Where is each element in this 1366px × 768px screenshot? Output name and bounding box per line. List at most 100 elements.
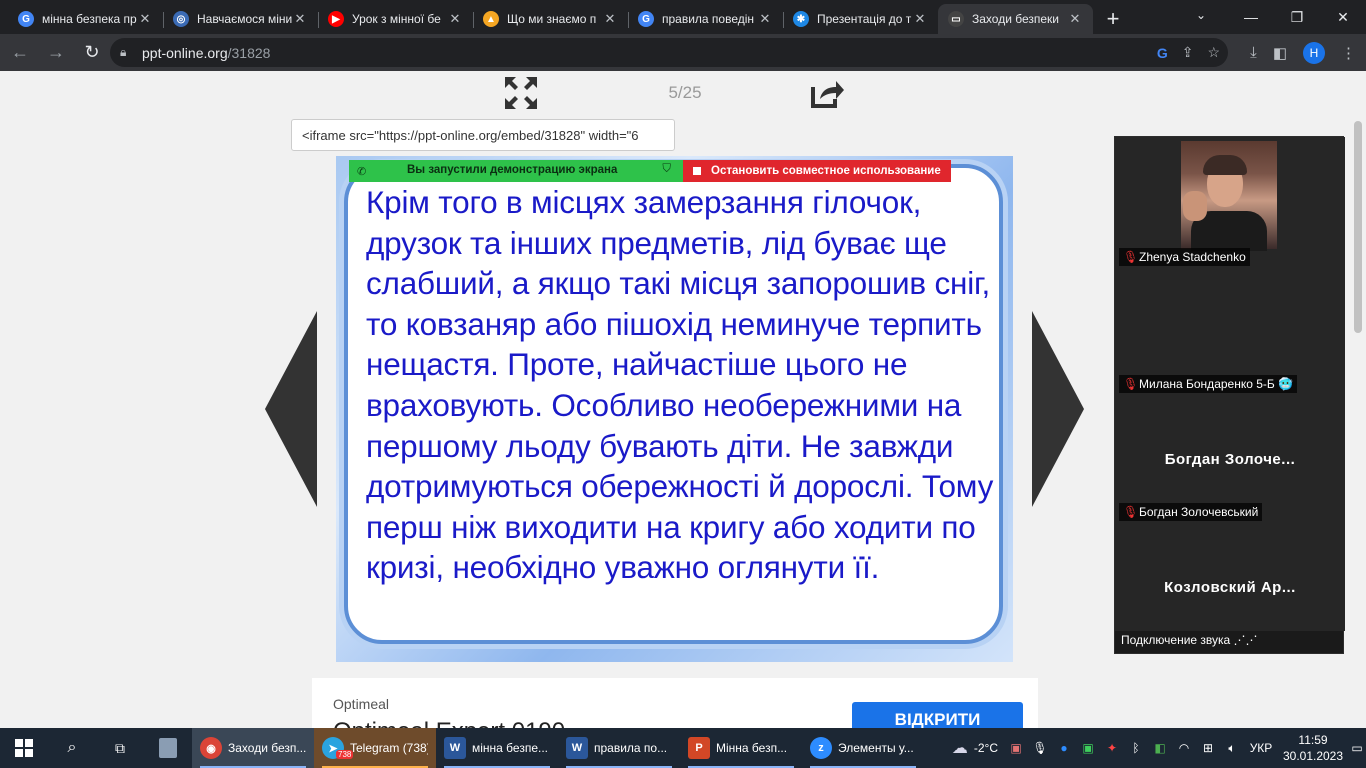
browser-tab[interactable]: ◎ Навчаємося міни ✕ [163, 4, 318, 34]
weather-temp[interactable]: -2°C [974, 741, 998, 755]
lock-icon[interactable]: 🔒︎ [120, 45, 138, 60]
star-icon: ✱ [793, 11, 809, 27]
close-tab-icon[interactable]: ✕ [137, 11, 153, 27]
bluetooth-icon[interactable]: ᛒ [1124, 741, 1148, 755]
embed-code-input[interactable]: <iframe src="https://ppt-online.org/embe… [291, 119, 675, 151]
stop-sharing-button[interactable]: Остановить совместное использование [683, 160, 951, 182]
close-window-icon[interactable]: ✕ [1320, 0, 1366, 34]
search-icon[interactable]: ⌕ [48, 728, 96, 768]
system-tray: ☁ -2°C ▣ 🎙︎ ● ▣ ✦ ᛒ ◧ ◠ ⊞ 🔈︎ УКР 11:59 3… [948, 728, 1366, 768]
minimize-icon[interactable]: — [1228, 0, 1274, 34]
maximize-icon[interactable]: ❐ [1274, 0, 1320, 34]
ad-headline: Optimeal Expert 0190 [333, 718, 565, 728]
close-tab-icon[interactable]: ✕ [757, 11, 773, 27]
taskbar-app-label: мінна безпе... [472, 741, 549, 755]
tab-strip: Gмінна безпека пр ✕ ◎ Навчаємося міни ✕ ▶ Урок… [0, 0, 1366, 34]
tray-red-icon[interactable]: ✦ [1100, 741, 1124, 755]
muted-mic-icon: 🎙︎ [1123, 505, 1139, 519]
tray-green2-icon[interactable]: ◧ [1148, 741, 1172, 755]
taskbar-app[interactable]: ➤ 738 Telegram (738) [314, 728, 436, 768]
page-scrollbar[interactable] [1350, 71, 1366, 728]
tab-title: правила поведін [662, 12, 755, 26]
reload-icon[interactable]: ↻ [76, 37, 108, 69]
ad-banner[interactable]: Optimeal Optimeal Expert 0190 ВІДКРИТИ [312, 678, 1038, 728]
share-page-icon[interactable]: ⇪ [1182, 44, 1194, 61]
share-icon[interactable] [810, 77, 844, 109]
close-tab-icon[interactable]: ✕ [292, 11, 308, 27]
globe-icon: ◎ [173, 11, 189, 27]
download-icon[interactable]: ⤓ [1250, 44, 1257, 61]
bookmark-icon: ▲ [483, 11, 499, 27]
word-icon: W [444, 737, 466, 759]
participant-tile[interactable]: 🎙︎ Милана Бондаренко 5-Б 🥶 [1115, 267, 1345, 395]
tab-search-icon[interactable]: ⌄ [1186, 0, 1216, 30]
address-bar[interactable]: 🔒︎ ppt-online.org/31828 G ⇪ ☆ [110, 38, 1228, 67]
zoom-icon: z [810, 737, 832, 759]
taskbar-app[interactable]: Wправила по... [558, 728, 680, 768]
tray-app-icon[interactable]: ▣ [1004, 741, 1028, 755]
start-button[interactable] [0, 728, 48, 768]
taskbar-app-label: Мінна безп... [716, 741, 788, 755]
network-icon[interactable]: ⊞ [1196, 741, 1220, 755]
muted-mic-icon: 🎙︎ [1123, 250, 1139, 264]
taskbar-app[interactable]: ◉ Заходи безп... [192, 728, 314, 768]
google-icon: G [638, 11, 654, 27]
word-icon: W [566, 737, 588, 759]
weather-icon[interactable]: ☁ [948, 738, 972, 758]
wifi-icon[interactable]: ◠ [1172, 741, 1196, 755]
close-tab-icon[interactable]: ✕ [447, 11, 463, 27]
close-tab-icon[interactable]: ✕ [1067, 11, 1083, 27]
task-view-icon[interactable]: ⧉ [96, 728, 144, 768]
browser-tab[interactable]: Gправила поведін ✕ [628, 4, 783, 34]
url-text[interactable]: ppt-online.org/31828 [142, 45, 270, 61]
slide-card: Крім того в місцях замерзання гілочок, д… [344, 164, 1003, 644]
google-lens-icon[interactable]: G [1157, 45, 1168, 61]
back-icon[interactable]: ← [4, 37, 36, 69]
taskbar-app[interactable]: Wмінна безпе... [436, 728, 558, 768]
calculator-icon[interactable] [144, 728, 192, 768]
browser-tab[interactable]: Gмінна безпека пр ✕ [8, 4, 163, 34]
tray-green-icon[interactable]: ▣ [1076, 741, 1100, 755]
phone-icon: ✆ [357, 165, 367, 178]
taskbar-app[interactable]: z Элементы у... [802, 728, 924, 768]
clock[interactable]: 11:59 30.01.2023 [1278, 732, 1348, 764]
side-panel-icon[interactable]: ◧ [1273, 44, 1287, 62]
close-tab-icon[interactable]: ✕ [602, 11, 618, 27]
taskbar-app-label: Элементы у... [838, 741, 914, 755]
taskbar-app-label: Telegram (738) [350, 741, 428, 755]
browser-tab[interactable]: ✱ Презентація до т ✕ [783, 4, 938, 34]
participant-tile[interactable]: 🎙︎ Zhenya Stadchenko [1115, 137, 1345, 267]
next-slide-icon[interactable] [1032, 311, 1084, 507]
forward-icon[interactable]: → [40, 37, 72, 69]
taskbar-app[interactable]: P Мінна безп... [680, 728, 802, 768]
ad-brand: Optimeal [333, 696, 390, 712]
browser-tab[interactable]: ▲ Що ми знаємо п ✕ [473, 4, 628, 34]
notification-icon[interactable]: ▭ [1348, 741, 1366, 755]
scrollbar-thumb[interactable] [1354, 121, 1362, 333]
zoom-tray-icon[interactable]: ● [1052, 741, 1076, 755]
browser-tab[interactable]: ▭ Заходи безпеки ✕ [938, 4, 1093, 34]
tab-title: Заходи безпеки [972, 12, 1060, 26]
menu-icon[interactable]: ⋮ [1341, 44, 1356, 62]
participant-name: 🎙︎ Богдан Золочевський [1119, 503, 1263, 521]
profile-avatar[interactable]: H [1303, 41, 1325, 64]
previous-slide-icon[interactable] [265, 311, 317, 507]
bookmark-star-icon[interactable]: ☆ [1207, 44, 1220, 61]
microphone-icon[interactable]: 🎙︎ [1028, 741, 1052, 755]
participant-name: 🎙︎ Zhenya Stadchenko [1119, 248, 1250, 266]
language-indicator[interactable]: УКР [1244, 741, 1278, 755]
participant-tile[interactable]: Козловский Ар... [1115, 523, 1345, 631]
browser-toolbar: ← → ↻ 🔒︎ ppt-online.org/31828 G ⇪ ☆ ⤓ ◧ … [0, 34, 1366, 71]
chrome-icon: ◉ [200, 737, 222, 759]
presentation-slide: Крім того в місцях замерзання гілочок, д… [336, 156, 1013, 662]
participant-tile[interactable]: Богдан Золоче... 🎙︎ Богдан Золочевський [1115, 395, 1345, 523]
fullscreen-icon[interactable] [503, 75, 539, 111]
new-tab-button[interactable]: + [1093, 4, 1133, 34]
volume-icon[interactable]: 🔈︎ [1220, 741, 1244, 756]
ad-open-button[interactable]: ВІДКРИТИ [852, 702, 1023, 728]
zoom-participants-panel[interactable]: 🎙︎ Zhenya Stadchenko 🎙︎ Милана Бондаренко … [1114, 136, 1345, 654]
windows-icon [15, 739, 33, 757]
close-tab-icon[interactable]: ✕ [912, 11, 928, 27]
ppt-online-icon: ▭ [948, 11, 964, 27]
browser-tab[interactable]: ▶ Урок з мінної бе ✕ [318, 4, 473, 34]
